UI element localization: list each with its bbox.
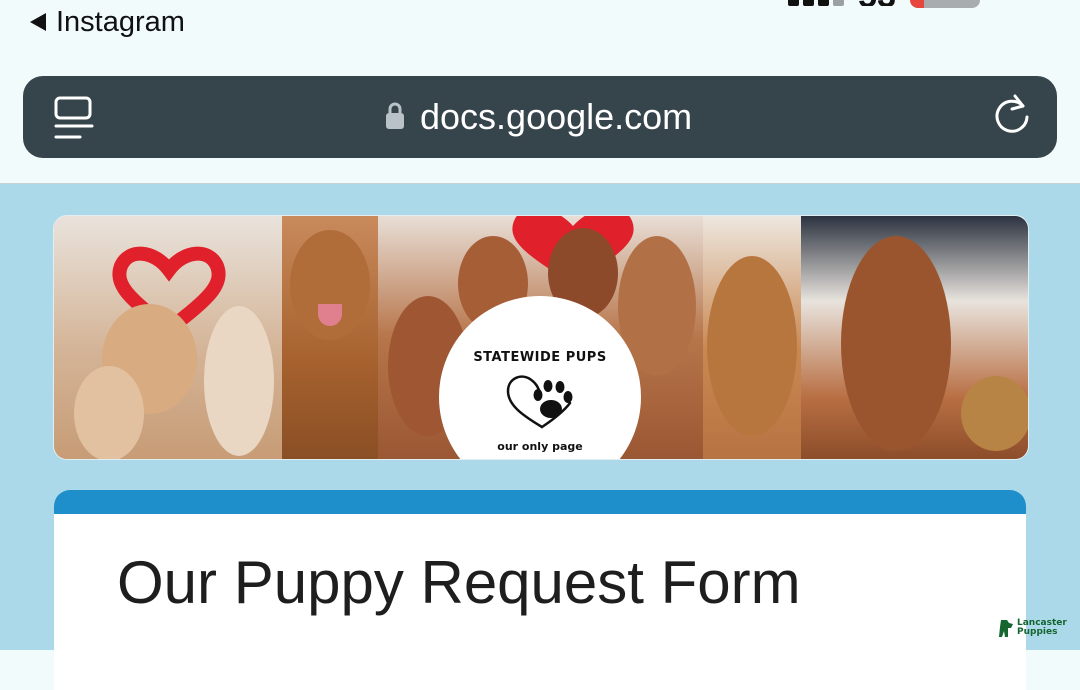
lock-icon (386, 102, 404, 129)
form-title: Our Puppy Request Form (117, 549, 801, 616)
back-to-app-link[interactable]: Instagram (30, 4, 185, 40)
battery-level: 18 (910, 0, 980, 3)
lancaster-puppies-watermark: Lancaster Puppies (998, 615, 1067, 641)
url-text[interactable]: docs.google.com (420, 96, 692, 138)
puppy-photo-5 (801, 216, 1028, 459)
reload-icon[interactable] (990, 93, 1034, 137)
battery-icon: 18 (910, 0, 980, 8)
form-header-card: Our Puppy Request Form (54, 490, 1026, 690)
puppy-photo-2 (282, 216, 378, 459)
status-indicators: 53 18 (788, 0, 980, 10)
back-app-label: Instagram (56, 5, 185, 38)
form-accent-bar (54, 490, 1026, 514)
logo-brand-name: STATEWIDE PUPS (473, 350, 607, 365)
form-page[interactable]: STATEWIDE PUPS our only page Our Puppy R… (0, 184, 1080, 690)
watermark-line-2: Puppies (1017, 627, 1058, 637)
dog-logo-icon (999, 620, 1013, 637)
puppy-photo-4 (703, 216, 801, 459)
back-arrow-icon (30, 13, 46, 31)
signal-icon (788, 0, 845, 6)
status-time: 53 (858, 0, 896, 6)
tabs-icon[interactable] (54, 96, 94, 140)
header-banner-image: STATEWIDE PUPS our only page (53, 215, 1029, 460)
browser-chrome: Instagram 53 18 docs.google.com (0, 0, 1080, 183)
logo-tagline: our only page (497, 440, 583, 453)
heart-paw-icon (506, 375, 573, 429)
puppy-photo-1 (54, 216, 282, 459)
